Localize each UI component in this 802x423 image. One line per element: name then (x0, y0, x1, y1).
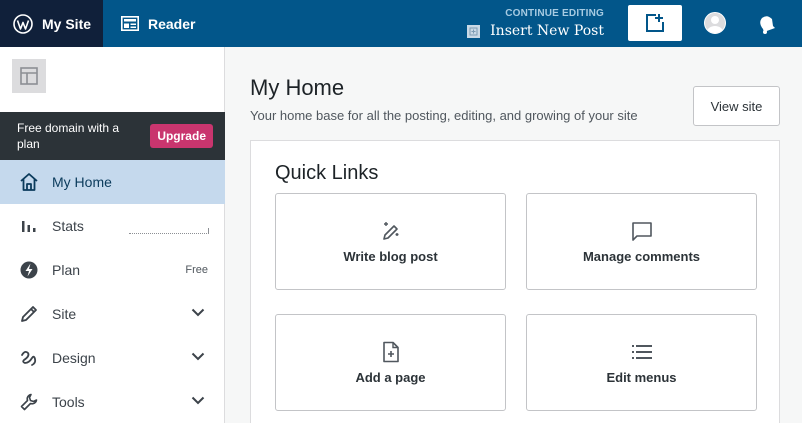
quick-link-manage-comments[interactable]: Manage comments (526, 193, 757, 290)
design-icon (19, 348, 39, 368)
reader-icon (121, 16, 139, 31)
sidebar: Free domain with a plan Upgrade My Home … (0, 47, 225, 423)
wrench-icon (19, 392, 39, 412)
promo-text: Free domain with a plan (17, 121, 120, 151)
stats-icon (19, 216, 39, 236)
write-post-button[interactable] (628, 5, 682, 41)
sidebar-item-label: My Home (52, 174, 112, 190)
quick-link-edit-menus[interactable]: Edit menus (526, 314, 757, 411)
quick-link-label: Manage comments (582, 249, 701, 264)
quick-link-write-blog-post[interactable]: Write blog post (275, 193, 506, 290)
comment-icon (631, 219, 653, 243)
new-post-icon (646, 14, 664, 32)
main-content: My Home Your home base for all the posti… (226, 47, 802, 423)
quick-link-add-a-page[interactable]: Add a page (275, 314, 506, 411)
chevron-down-icon (191, 352, 205, 361)
home-icon (19, 172, 39, 192)
layout-icon (20, 67, 38, 85)
reader-button[interactable]: Reader (103, 0, 195, 47)
wordpress-icon (13, 13, 33, 34)
sidebar-item-label: Site (52, 306, 77, 322)
sidebar-menu: My Home Stats Plan Free Site Design Tool… (0, 160, 225, 423)
pen-icon (380, 219, 402, 243)
continue-editing-title: Insert New Post (490, 23, 604, 39)
quick-link-label: Add a page (355, 370, 426, 385)
quick-link-label: Edit menus (606, 370, 677, 385)
notifications-button[interactable] (756, 0, 778, 47)
sidebar-item-label: Plan (52, 262, 81, 278)
my-site-label: My Site (42, 15, 92, 32)
plan-icon (19, 260, 39, 280)
sidebar-item-tools[interactable]: Tools (0, 380, 225, 423)
chevron-down-icon (191, 396, 205, 405)
user-avatar[interactable] (704, 12, 726, 34)
continue-editing-link[interactable]: CONTINUE EDITING Insert New Post (467, 0, 628, 47)
my-site-button[interactable]: My Site (0, 0, 103, 47)
page-add-icon (381, 340, 401, 364)
upgrade-button[interactable]: Upgrade (150, 124, 213, 148)
view-site-button[interactable]: View site (693, 86, 780, 126)
bell-icon (760, 15, 775, 34)
sidebar-item-plan[interactable]: Plan Free (0, 248, 225, 292)
post-thumbnail-icon (467, 24, 481, 38)
sidebar-item-label: Stats (52, 218, 84, 234)
plan-badge: Free (185, 264, 208, 276)
continue-editing-label: CONTINUE EDITING (505, 8, 604, 19)
chevron-down-icon (191, 308, 205, 317)
quick-links-title: Quick Links (275, 162, 379, 184)
page-title: My Home (250, 75, 345, 100)
site-icon[interactable] (12, 59, 46, 93)
quick-links-card: Quick Links Write blog post Manage comme… (250, 140, 780, 423)
sidebar-item-my-home[interactable]: My Home (0, 160, 225, 204)
reader-label: Reader (148, 15, 196, 32)
page-subtitle: Your home base for all the posting, edit… (250, 108, 638, 123)
sidebar-item-label: Design (52, 350, 96, 366)
sidebar-item-design[interactable]: Design (0, 336, 225, 380)
sidebar-item-site[interactable]: Site (0, 292, 225, 336)
masterbar: My Site Reader CONTINUE EDITING Insert N… (0, 0, 802, 47)
sidebar-item-label: Tools (52, 394, 85, 410)
upgrade-promo: Free domain with a plan Upgrade (0, 112, 225, 160)
sidebar-item-stats[interactable]: Stats (0, 204, 225, 248)
pencil-icon (19, 304, 39, 324)
stats-sparkline (129, 228, 209, 234)
quick-link-label: Write blog post (343, 249, 438, 264)
menu-icon (631, 340, 653, 364)
